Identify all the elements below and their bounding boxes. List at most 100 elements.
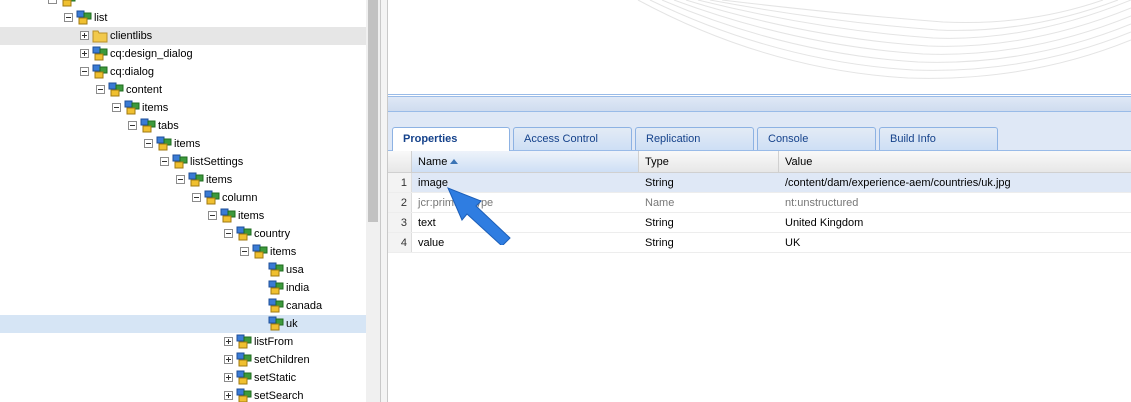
- tab-strip: Properties Access Control Replication Co…: [388, 124, 1131, 151]
- node-icon: [76, 10, 92, 25]
- tree-node[interactable]: content: [0, 81, 366, 99]
- tree-node-label: items: [174, 138, 201, 150]
- collapse-icon[interactable]: [128, 121, 137, 130]
- node-icon: [252, 244, 268, 259]
- property-value: nt:unstructured: [785, 197, 859, 209]
- tree-node[interactable]: uk: [0, 315, 366, 333]
- tree-node-label: usa: [286, 264, 304, 276]
- property-type: Name: [645, 197, 675, 209]
- expand-icon[interactable]: [224, 373, 233, 382]
- tree-node[interactable]: items: [0, 207, 366, 225]
- tab-replication[interactable]: Replication: [635, 127, 754, 150]
- tree-node-label: content: [126, 84, 163, 96]
- node-icon: [268, 316, 284, 331]
- tree-node[interactable]: column: [0, 189, 366, 207]
- tree-node[interactable]: country: [0, 225, 366, 243]
- tree-node[interactable]: items: [0, 99, 366, 117]
- expand-icon[interactable]: [224, 391, 233, 400]
- tab-properties[interactable]: Properties: [392, 127, 510, 151]
- tree-node-label: items: [206, 174, 233, 186]
- tree-node-label: tabs: [158, 120, 179, 132]
- column-header-name-label: Name: [418, 156, 448, 168]
- node-icon: [236, 370, 252, 385]
- sort-ascending-icon: [450, 159, 459, 164]
- tab-build-info[interactable]: Build Info: [879, 127, 998, 150]
- collapse-icon[interactable]: [112, 103, 121, 112]
- tree-node[interactable]: canada: [0, 297, 366, 315]
- collapse-icon[interactable]: [48, 0, 57, 4]
- tab-access-control[interactable]: Access Control: [513, 127, 632, 150]
- tree-node[interactable]: tabs: [0, 117, 366, 135]
- property-value: /content/dam/experience-aem/countries/uk…: [785, 177, 1011, 189]
- tree-scrollbar[interactable]: [366, 0, 380, 402]
- property-type: String: [645, 177, 674, 189]
- tree-node-label: items: [270, 246, 297, 258]
- expand-icon[interactable]: [224, 355, 233, 364]
- collapse-icon[interactable]: [224, 229, 233, 238]
- column-header-value[interactable]: Value: [779, 151, 1131, 172]
- tree-node-label: list: [94, 12, 108, 24]
- tree-node[interactable]: [0, 0, 366, 9]
- tree-node-label: country: [254, 228, 291, 240]
- tree-node[interactable]: usa: [0, 261, 366, 279]
- tree-node-label: column: [222, 192, 258, 204]
- node-icon: [108, 82, 124, 97]
- tree-node-label: cq:dialog: [110, 66, 155, 78]
- tree-node-label: uk: [286, 318, 298, 330]
- tree-node[interactable]: listFrom: [0, 333, 366, 351]
- tree-node[interactable]: setStatic: [0, 369, 366, 387]
- tree-node[interactable]: list: [0, 9, 366, 27]
- row-number: 1: [388, 173, 412, 192]
- collapse-icon[interactable]: [144, 139, 153, 148]
- node-icon: [236, 352, 252, 367]
- tree-node[interactable]: cq:design_dialog: [0, 45, 366, 63]
- collapse-icon[interactable]: [192, 193, 201, 202]
- collapse-icon[interactable]: [160, 157, 169, 166]
- node-icon: [140, 118, 156, 133]
- node-icon: [204, 190, 220, 205]
- tree-node[interactable]: setSearch: [0, 387, 366, 402]
- expand-icon[interactable]: [80, 31, 89, 40]
- decorative-swirl: [637, 0, 1131, 79]
- tree-node[interactable]: items: [0, 135, 366, 153]
- tree-node[interactable]: items: [0, 243, 366, 261]
- node-icon: [124, 100, 140, 115]
- tree-node-label: listSettings: [190, 156, 244, 168]
- tree-node[interactable]: setChildren: [0, 351, 366, 369]
- column-header-type[interactable]: Type: [639, 151, 779, 172]
- tab-console[interactable]: Console: [757, 127, 876, 150]
- tree-node[interactable]: cq:dialog: [0, 63, 366, 81]
- collapse-icon[interactable]: [240, 247, 249, 256]
- collapse-icon[interactable]: [208, 211, 217, 220]
- tree-node-label: listFrom: [254, 336, 294, 348]
- tree-node-label: items: [142, 102, 169, 114]
- tree-node-label: clientlibs: [110, 30, 153, 42]
- tree-node[interactable]: listSettings: [0, 153, 366, 171]
- collapse-icon[interactable]: [176, 175, 185, 184]
- tree-node-label: setChildren: [254, 354, 310, 366]
- collapse-icon[interactable]: [96, 85, 105, 94]
- preview-area: [388, 0, 1131, 95]
- node-icon: [236, 388, 252, 402]
- callout-arrow-icon: [447, 187, 511, 245]
- node-icon: [60, 0, 76, 7]
- property-value: UK: [785, 237, 801, 249]
- collapse-icon[interactable]: [64, 13, 73, 22]
- expand-icon[interactable]: [80, 49, 89, 58]
- node-icon: [236, 334, 252, 349]
- tree-node[interactable]: clientlibs: [0, 27, 366, 45]
- collapse-icon[interactable]: [80, 67, 89, 76]
- tree-node[interactable]: items: [0, 171, 366, 189]
- panel-splitter[interactable]: [380, 0, 388, 402]
- property-type: String: [645, 217, 674, 229]
- tree-node-label: cq:design_dialog: [110, 48, 193, 60]
- grid-header: Name Type Value: [388, 151, 1131, 173]
- tree-node[interactable]: india: [0, 279, 366, 297]
- tree-scrollbar-thumb[interactable]: [368, 0, 378, 222]
- expand-icon[interactable]: [224, 337, 233, 346]
- tree-node-label: items: [238, 210, 265, 222]
- row-number: 2: [388, 193, 412, 212]
- tree-node-label: setSearch: [254, 390, 304, 402]
- column-header-name[interactable]: Name: [412, 151, 639, 172]
- row-number: 3: [388, 213, 412, 232]
